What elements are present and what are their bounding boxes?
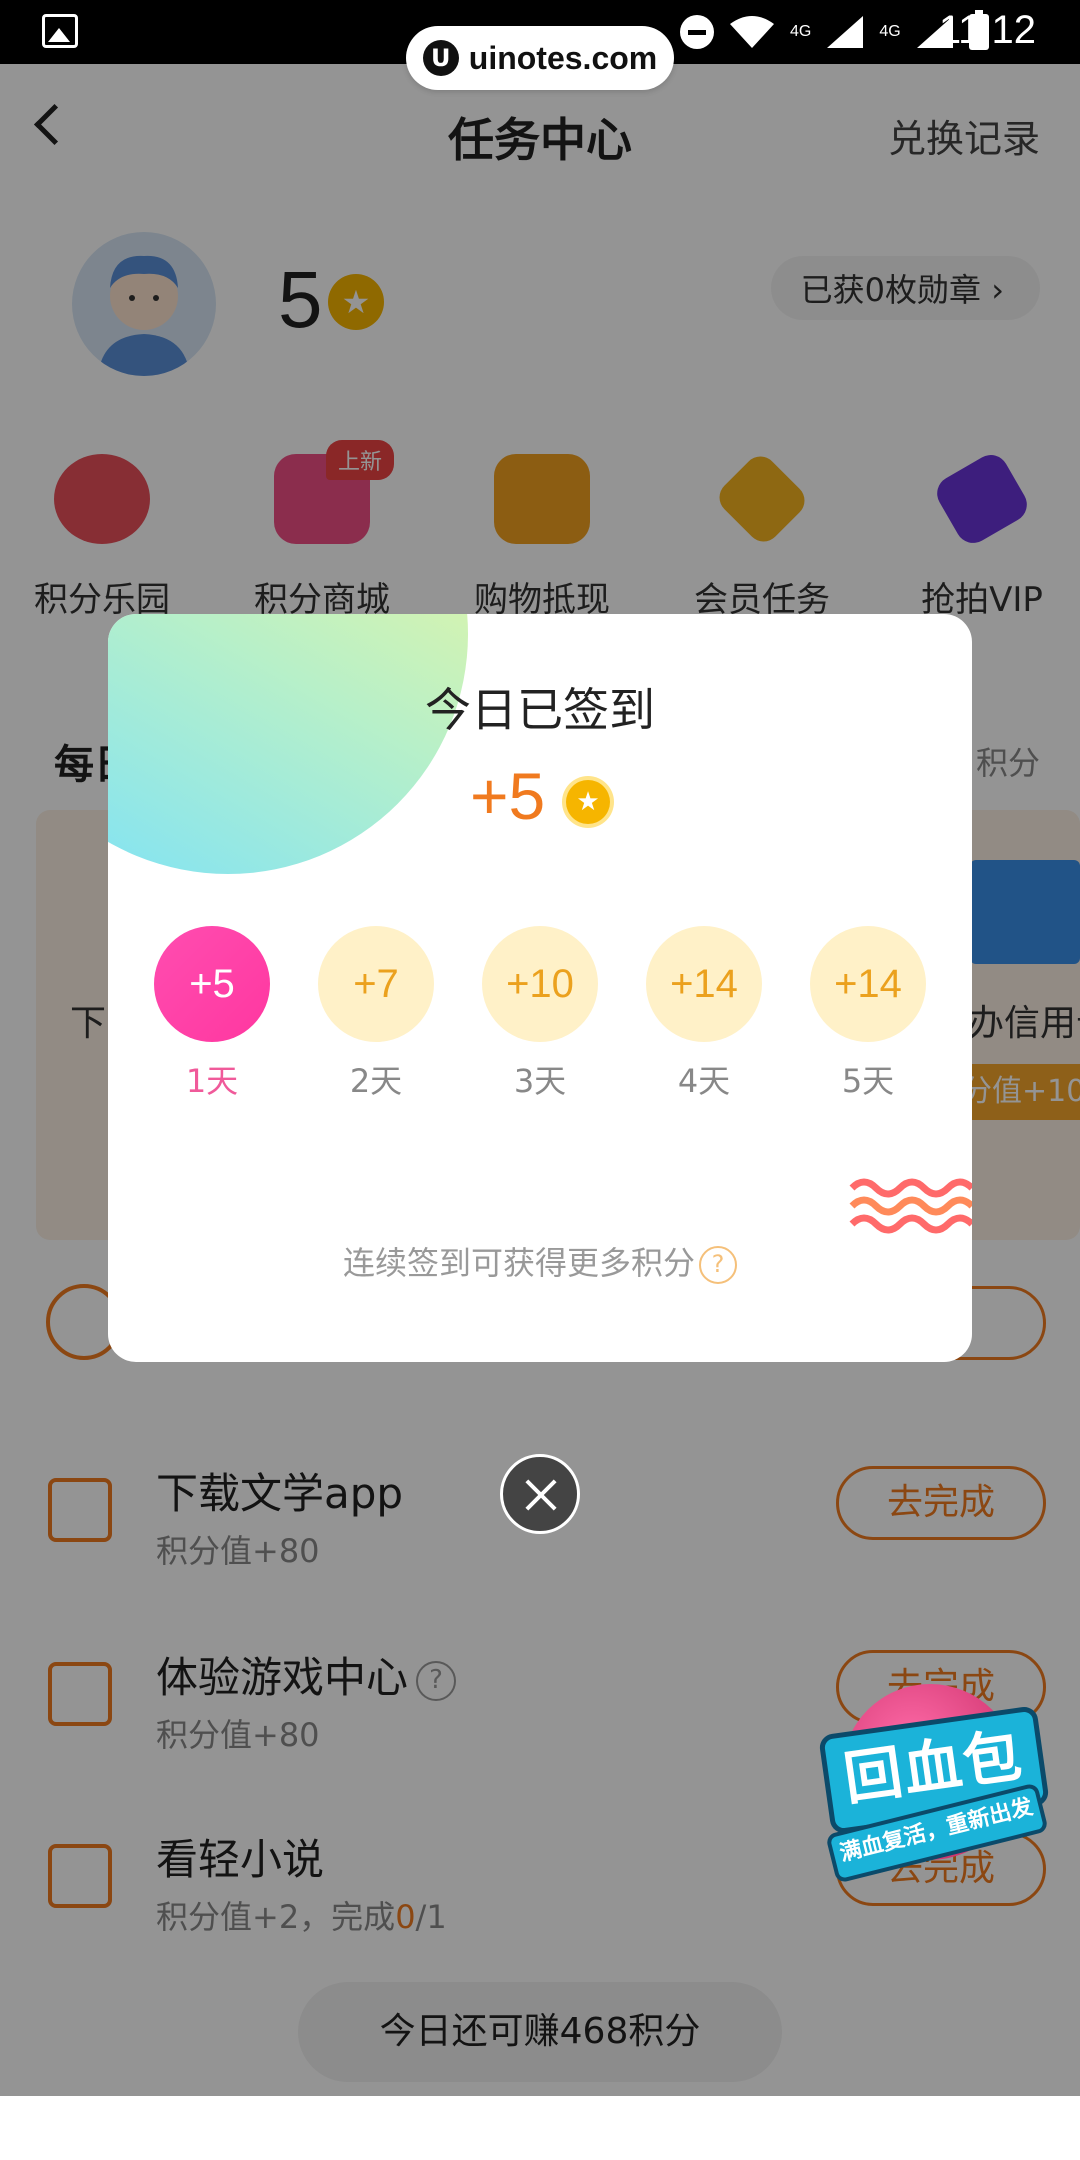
modal-title: 今日已签到: [425, 683, 655, 737]
day-label: 5天: [841, 1062, 895, 1100]
sign-day-1: +5 1天: [154, 926, 270, 1102]
image-notification-icon: [42, 14, 78, 48]
sign-in-modal: 今日已签到 +5 ★ +5 1天 +7 2天 +10 3天 +14 4天 +14…: [108, 614, 972, 1362]
wifi-icon: [730, 16, 774, 48]
watermark: U uinotes.com: [406, 26, 674, 90]
clock: 11:12: [938, 8, 1036, 52]
watermark-text: uinotes.com: [468, 39, 658, 76]
day-reward-circle: +7: [318, 926, 434, 1042]
network-type-2: 4G: [879, 23, 901, 40]
watermark-logo-icon: U: [422, 40, 459, 76]
day-label: 1天: [185, 1062, 239, 1100]
bottom-spacer: [0, 2096, 1080, 2160]
day-label: 2天: [349, 1062, 403, 1100]
sign-day-2: +7 2天: [318, 926, 434, 1102]
day-reward-circle: +10: [482, 926, 598, 1042]
sign-day-3: +10 3天: [482, 926, 598, 1102]
decorative-gradient-blob: [108, 614, 468, 874]
modal-reward: +5: [470, 759, 546, 833]
sign-in-hint: 连续签到可获得更多积分?: [108, 1238, 972, 1284]
network-type-1: 4G: [790, 23, 812, 40]
do-not-disturb-icon: [680, 15, 714, 49]
promo-floating-badge[interactable]: 回血包 满血复活，重新出发: [818, 1680, 1050, 1884]
day-label: 3天: [513, 1062, 567, 1100]
signal-icon: [827, 16, 864, 48]
day-reward-circle: +14: [810, 926, 926, 1042]
sign-day-5: +14 5天: [810, 926, 926, 1102]
close-modal-button[interactable]: [500, 1454, 580, 1534]
sign-day-4: +14 4天: [646, 926, 762, 1102]
day-reward-circle: +14: [646, 926, 762, 1042]
day-label: 4天: [677, 1062, 731, 1100]
day-reward-circle: +5: [154, 926, 270, 1042]
help-icon[interactable]: ?: [699, 1246, 737, 1284]
decorative-waves-icon: [849, 1178, 972, 1234]
coin-star-icon: ★: [566, 780, 610, 824]
